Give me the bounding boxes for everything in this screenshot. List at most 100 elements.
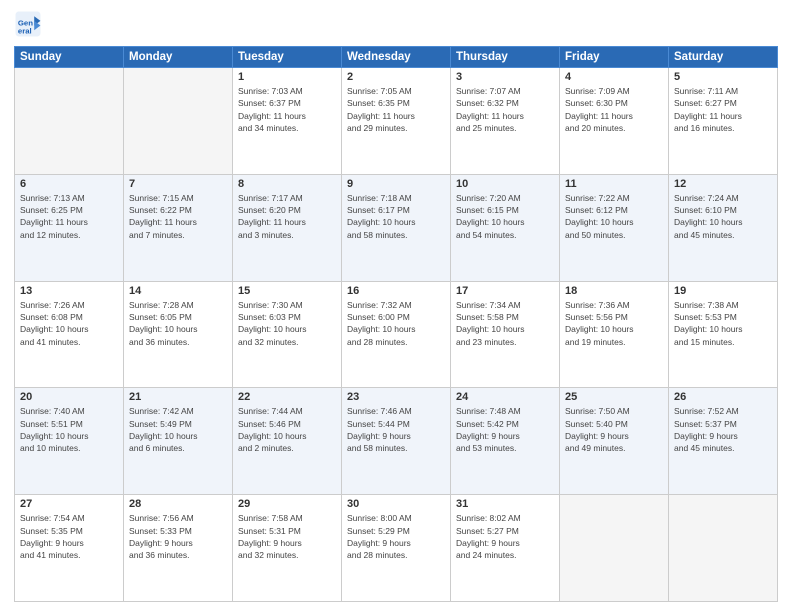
day-number: 26 [674,391,772,403]
calendar-cell: 1Sunrise: 7:03 AM Sunset: 6:37 PM Daylig… [233,68,342,175]
calendar-cell: 21Sunrise: 7:42 AM Sunset: 5:49 PM Dayli… [124,388,233,495]
calendar-cell: 29 Sunrise: 7:58 AM Sunset: 5:31 PM Dayli… [233,495,342,602]
day-info: Sunrise: 7:07 AM Sunset: 6:32 PM Dayligh… [456,85,554,134]
calendar-cell: 14 Sunrise: 7:28 AM Sunset: 6:05 PM Dayli… [124,281,233,388]
calendar-container: Gen eral SundayMondayTuesdayWednesdayThu… [0,0,792,612]
calendar-cell: 25 Sunrise: 7:50 AM Sunset: 5:40 PM Dayli… [560,388,669,495]
day-info: Sunrise: 7:46 AM Sunset: 5:44 PM Dayligh… [347,405,445,454]
logo-icon: Gen eral [14,10,42,38]
week-row-2: 6Sunrise: 7:13 AM Sunset: 6:25 PM Daylig… [15,174,778,281]
day-info: Sunrise: 7:56 AM Sunset: 5:33 PM Dayligh… [129,512,227,561]
day-number: 19 [674,285,772,297]
calendar-cell: 16Sunrise: 7:32 AM Sunset: 6:00 PM Dayli… [342,281,451,388]
day-info: Sunrise: 7:18 AM Sunset: 6:17 PM Dayligh… [347,192,445,241]
day-info: Sunrise: 7:34 AM Sunset: 5:58 PM Dayligh… [456,299,554,348]
calendar-cell: 28Sunrise: 7:56 AM Sunset: 5:33 PM Dayli… [124,495,233,602]
week-row-4: 20Sunrise: 7:40 AM Sunset: 5:51 PM Dayli… [15,388,778,495]
day-info: Sunrise: 7:52 AM Sunset: 5:37 PM Dayligh… [674,405,772,454]
calendar-table: SundayMondayTuesdayWednesdayThursdayFrid… [14,46,778,602]
calendar-cell: 27 Sunrise: 7:54 AM Sunset: 5:35 PM Dayli… [15,495,124,602]
day-info: Sunrise: 7:17 AM Sunset: 6:20 PM Dayligh… [238,192,336,241]
day-info: Sunrise: 7:58 AM Sunset: 5:31 PM Dayligh… [238,512,336,561]
day-number: 10 [456,178,554,190]
svg-text:eral: eral [18,26,32,35]
day-info: Sunrise: 7:09 AM Sunset: 6:30 PM Dayligh… [565,85,663,134]
day-info: Sunrise: 7:44 AM Sunset: 5:46 PM Dayligh… [238,405,336,454]
day-number: 7 [129,178,227,190]
calendar-cell: 15Sunrise: 7:30 AM Sunset: 6:03 PM Dayli… [233,281,342,388]
calendar-cell: 22 Sunrise: 7:44 AM Sunset: 5:46 PM Dayli… [233,388,342,495]
calendar-cell: 7 Sunrise: 7:15 AM Sunset: 6:22 PM Daylig… [124,174,233,281]
day-number: 9 [347,178,445,190]
day-info: Sunrise: 7:15 AM Sunset: 6:22 PM Dayligh… [129,192,227,241]
day-number: 11 [565,178,663,190]
day-info: Sunrise: 7:24 AM Sunset: 6:10 PM Dayligh… [674,192,772,241]
day-number: 15 [238,285,336,297]
day-info: Sunrise: 7:40 AM Sunset: 5:51 PM Dayligh… [20,405,118,454]
weekday-header-wednesday: Wednesday [342,47,451,68]
day-info: Sunrise: 7:26 AM Sunset: 6:08 PM Dayligh… [20,299,118,348]
day-number: 14 [129,285,227,297]
calendar-cell: 18 Sunrise: 7:36 AM Sunset: 5:56 PM Dayli… [560,281,669,388]
day-number: 1 [238,71,336,83]
weekday-header-tuesday: Tuesday [233,47,342,68]
day-number: 2 [347,71,445,83]
day-info: Sunrise: 7:28 AM Sunset: 6:05 PM Dayligh… [129,299,227,348]
day-number: 30 [347,498,445,510]
day-number: 29 [238,498,336,510]
day-number: 27 [20,498,118,510]
day-info: Sunrise: 7:38 AM Sunset: 5:53 PM Dayligh… [674,299,772,348]
calendar-cell: 26 Sunrise: 7:52 AM Sunset: 5:37 PM Dayli… [669,388,778,495]
day-info: Sunrise: 7:36 AM Sunset: 5:56 PM Dayligh… [565,299,663,348]
week-row-1: 1Sunrise: 7:03 AM Sunset: 6:37 PM Daylig… [15,68,778,175]
day-number: 22 [238,391,336,403]
day-number: 23 [347,391,445,403]
calendar-cell: 13Sunrise: 7:26 AM Sunset: 6:08 PM Dayli… [15,281,124,388]
day-info: Sunrise: 7:32 AM Sunset: 6:00 PM Dayligh… [347,299,445,348]
day-info: Sunrise: 7:42 AM Sunset: 5:49 PM Dayligh… [129,405,227,454]
header: Gen eral [14,10,778,38]
calendar-cell [669,495,778,602]
day-info: Sunrise: 7:50 AM Sunset: 5:40 PM Dayligh… [565,405,663,454]
weekday-header-row: SundayMondayTuesdayWednesdayThursdayFrid… [15,47,778,68]
calendar-cell: 24Sunrise: 7:48 AM Sunset: 5:42 PM Dayli… [451,388,560,495]
calendar-cell: 17 Sunrise: 7:34 AM Sunset: 5:58 PM Dayli… [451,281,560,388]
day-info: Sunrise: 7:54 AM Sunset: 5:35 PM Dayligh… [20,512,118,561]
weekday-header-thursday: Thursday [451,47,560,68]
calendar-cell: 5 Sunrise: 7:11 AM Sunset: 6:27 PM Daylig… [669,68,778,175]
day-info: Sunrise: 8:00 AM Sunset: 5:29 PM Dayligh… [347,512,445,561]
day-info: Sunrise: 7:13 AM Sunset: 6:25 PM Dayligh… [20,192,118,241]
day-number: 31 [456,498,554,510]
calendar-cell [560,495,669,602]
calendar-cell: 12 Sunrise: 7:24 AM Sunset: 6:10 PM Dayli… [669,174,778,281]
calendar-cell [124,68,233,175]
day-number: 5 [674,71,772,83]
calendar-cell: 20Sunrise: 7:40 AM Sunset: 5:51 PM Dayli… [15,388,124,495]
day-number: 4 [565,71,663,83]
day-number: 12 [674,178,772,190]
day-info: Sunrise: 7:48 AM Sunset: 5:42 PM Dayligh… [456,405,554,454]
calendar-cell [15,68,124,175]
calendar-cell: 9 Sunrise: 7:18 AM Sunset: 6:17 PM Daylig… [342,174,451,281]
calendar-cell: 31 Sunrise: 8:02 AM Sunset: 5:27 PM Dayli… [451,495,560,602]
calendar-cell: 19 Sunrise: 7:38 AM Sunset: 5:53 PM Dayli… [669,281,778,388]
day-number: 8 [238,178,336,190]
calendar-cell: 8 Sunrise: 7:17 AM Sunset: 6:20 PM Daylig… [233,174,342,281]
week-row-5: 27 Sunrise: 7:54 AM Sunset: 5:35 PM Dayli… [15,495,778,602]
weekday-header-friday: Friday [560,47,669,68]
weekday-header-saturday: Saturday [669,47,778,68]
calendar-cell: 10 Sunrise: 7:20 AM Sunset: 6:15 PM Dayli… [451,174,560,281]
weekday-header-sunday: Sunday [15,47,124,68]
logo: Gen eral [14,10,46,38]
day-number: 17 [456,285,554,297]
day-info: Sunrise: 7:11 AM Sunset: 6:27 PM Dayligh… [674,85,772,134]
calendar-cell: 11 Sunrise: 7:22 AM Sunset: 6:12 PM Dayli… [560,174,669,281]
day-info: Sunrise: 7:20 AM Sunset: 6:15 PM Dayligh… [456,192,554,241]
day-number: 18 [565,285,663,297]
weekday-header-monday: Monday [124,47,233,68]
day-info: Sunrise: 8:02 AM Sunset: 5:27 PM Dayligh… [456,512,554,561]
calendar-cell: 3 Sunrise: 7:07 AM Sunset: 6:32 PM Daylig… [451,68,560,175]
day-info: Sunrise: 7:22 AM Sunset: 6:12 PM Dayligh… [565,192,663,241]
day-number: 3 [456,71,554,83]
day-number: 25 [565,391,663,403]
